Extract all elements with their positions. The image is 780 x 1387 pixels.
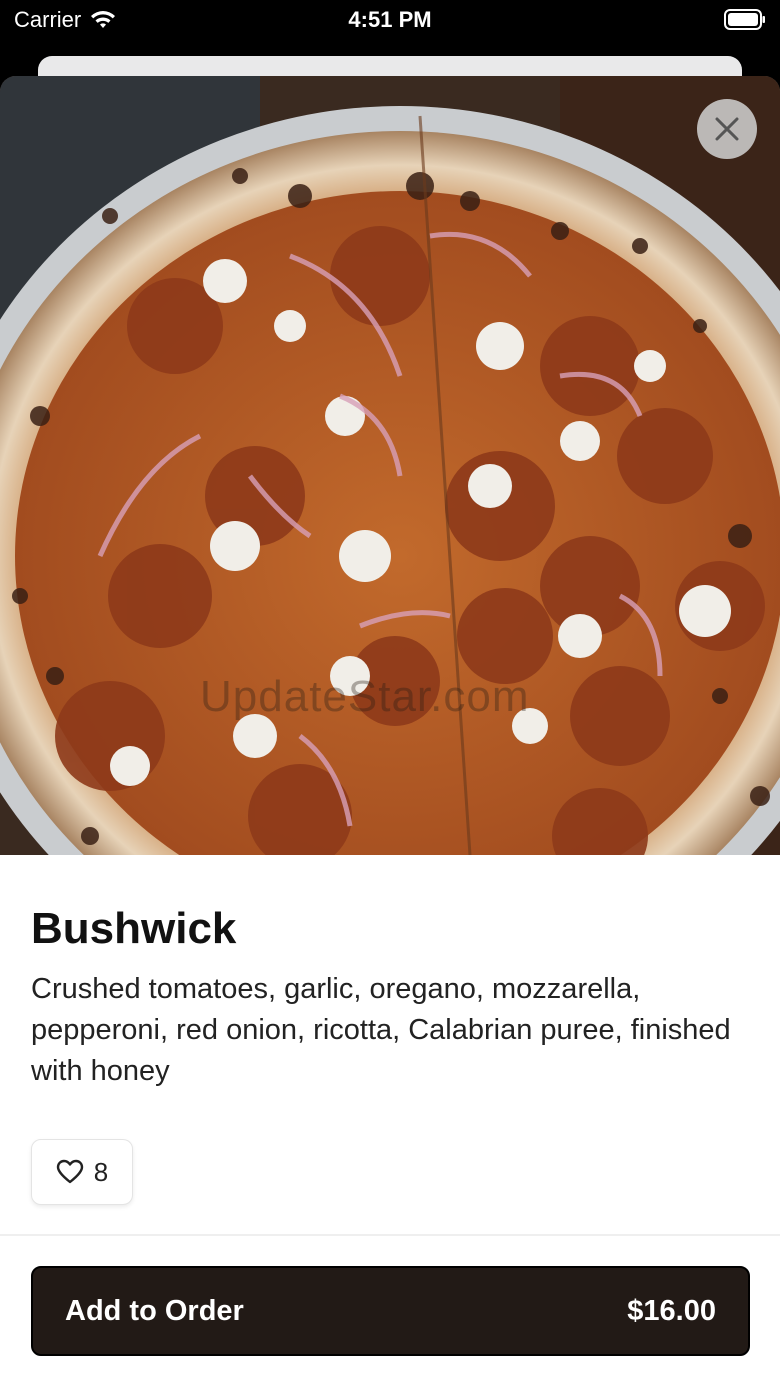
like-button[interactable]: 8 <box>31 1139 133 1205</box>
status-time: 4:51 PM <box>348 7 432 32</box>
pizza-photo: UpdateStar.com <box>0 76 780 855</box>
add-to-order-label: Add to Order <box>65 1294 244 1327</box>
battery-icon <box>724 9 765 30</box>
status-bar: Carrier 4:51 PM <box>0 0 780 40</box>
like-count: 8 <box>93 1156 109 1187</box>
item-description: Crushed tomatoes, garlic, oregano, mozza… <box>31 973 731 1087</box>
divider <box>0 1234 780 1236</box>
watermark: UpdateStar.com <box>200 672 530 721</box>
add-to-order-button[interactable]: Add to Order $16.00 <box>31 1266 750 1356</box>
heart-icon <box>56 1159 83 1184</box>
price-label: $16.00 <box>627 1294 716 1327</box>
close-button[interactable] <box>697 99 757 159</box>
item-detail-modal: UpdateStar.com Bushwick Crushed tomatoes… <box>0 76 780 1387</box>
close-icon <box>715 117 739 141</box>
item-title: Bushwick <box>31 904 237 953</box>
